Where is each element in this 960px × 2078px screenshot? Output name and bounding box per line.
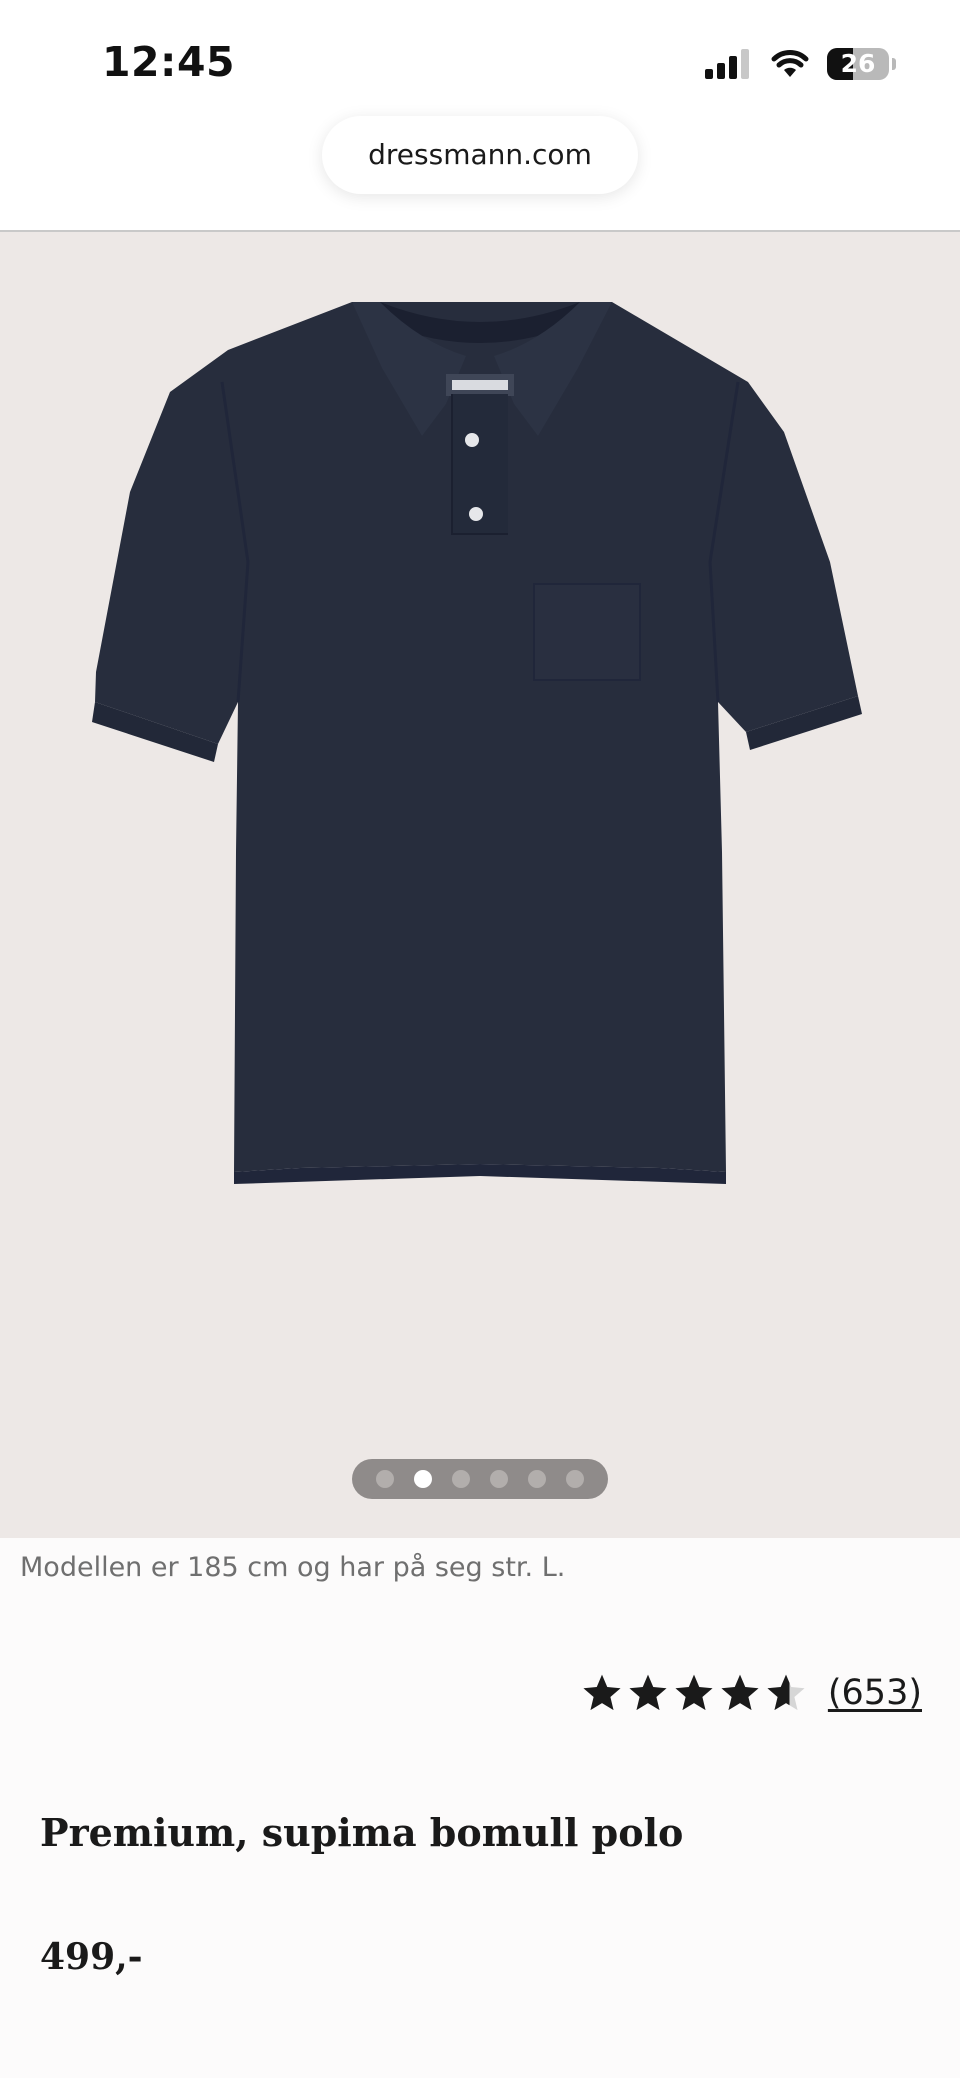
rating[interactable]: (653) <box>578 1672 922 1714</box>
product-gallery[interactable] <box>0 232 960 1538</box>
model-size-note: Modellen er 185 cm og har på seg str. L. <box>20 1552 566 1583</box>
product-title: Premium, supima bomull polo <box>40 1810 684 1855</box>
status-bar: 12:45 26 <box>0 0 960 110</box>
carousel-dots[interactable] <box>352 1459 608 1499</box>
star-icon <box>675 1674 713 1711</box>
star-icon <box>721 1674 759 1711</box>
star-icon <box>583 1674 621 1711</box>
half-star-icon <box>767 1674 805 1711</box>
carousel-dot-5[interactable] <box>528 1470 546 1488</box>
battery-tip <box>892 58 896 70</box>
carousel-dot-2[interactable] <box>414 1470 432 1488</box>
status-time: 12:45 <box>102 38 236 86</box>
carousel-dot-6[interactable] <box>566 1470 584 1488</box>
star-icon <box>629 1674 667 1711</box>
carousel-dot-3[interactable] <box>452 1470 470 1488</box>
navy-polo-shirt-icon <box>92 302 862 1184</box>
product-price: 499,- <box>40 1936 143 1978</box>
battery-level: 26 <box>840 49 876 78</box>
review-count-link[interactable]: (653) <box>828 1673 922 1713</box>
carousel-dot-1[interactable] <box>376 1470 394 1488</box>
wifi-icon <box>771 50 809 77</box>
signal-icon <box>701 49 749 79</box>
rating-stars <box>578 1672 808 1714</box>
battery-icon: 26 <box>827 48 889 80</box>
status-icons: 26 <box>701 46 896 82</box>
browser-header: dressmann.com <box>0 110 960 232</box>
url-bar[interactable]: dressmann.com <box>322 116 638 194</box>
carousel-dot-4[interactable] <box>490 1470 508 1488</box>
